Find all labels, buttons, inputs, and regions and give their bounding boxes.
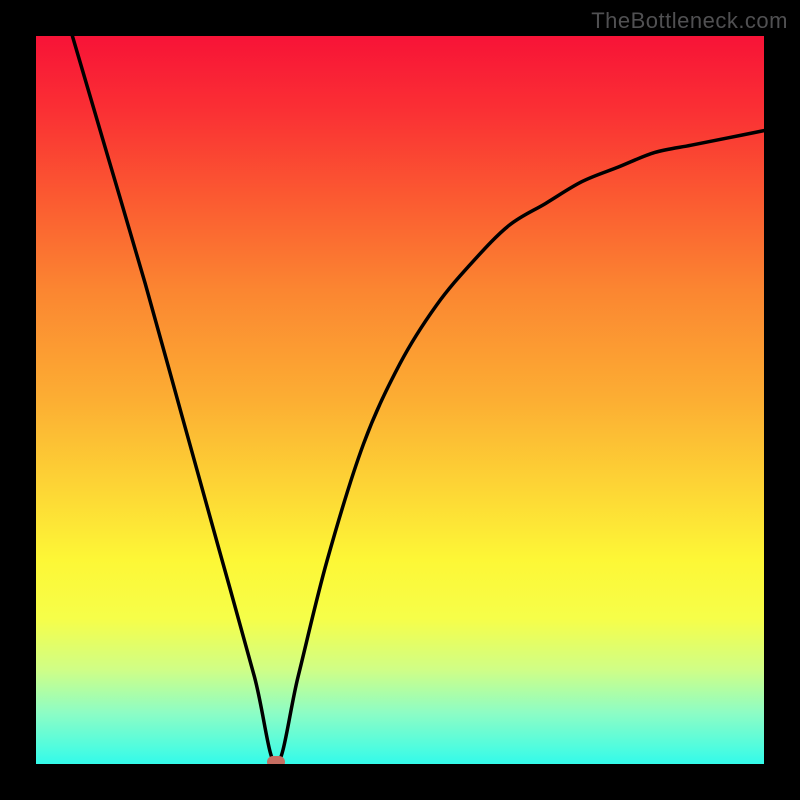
watermark-text: TheBottleneck.com <box>591 8 788 34</box>
optimum-marker <box>267 756 285 764</box>
chart-frame: TheBottleneck.com <box>0 0 800 800</box>
bottleneck-curve <box>36 36 764 764</box>
plot-area <box>36 36 764 764</box>
